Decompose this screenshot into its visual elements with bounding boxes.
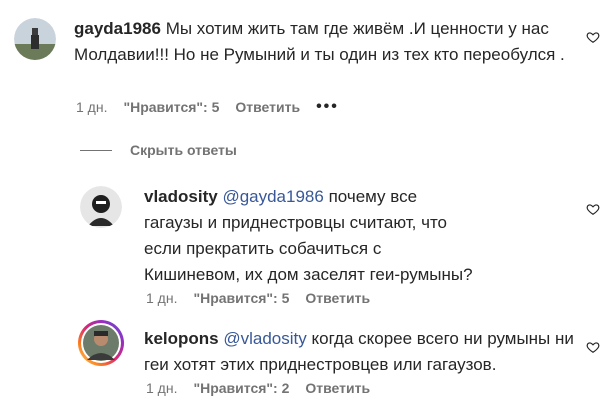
comment-text: gayda1986 Мы хотим жить там где живём .И… xyxy=(74,16,584,68)
more-dots-icon[interactable]: ••• xyxy=(316,98,339,116)
username[interactable]: vladosity xyxy=(144,187,218,206)
avatar[interactable] xyxy=(80,186,122,228)
hide-replies-button[interactable]: Скрыть ответы xyxy=(130,142,237,158)
reply-button[interactable]: Ответить xyxy=(305,290,370,306)
like-count[interactable]: "Нравится": 5 xyxy=(193,290,289,306)
comment-text: vladosity @gayda1986 почему все гагаузы … xyxy=(144,184,474,288)
avatar[interactable] xyxy=(14,18,56,60)
reply-button[interactable]: Ответить xyxy=(305,380,370,396)
heart-outline-icon[interactable] xyxy=(586,340,600,354)
timestamp: 1 дн. xyxy=(76,99,108,115)
comment-meta: 1 дн. "Нравится": 5 Ответить xyxy=(146,290,370,306)
timestamp: 1 дн. xyxy=(146,290,178,306)
avatar[interactable] xyxy=(78,320,124,366)
mention-link[interactable]: @gayda1986 xyxy=(222,187,323,206)
mention-link[interactable]: @vladosity xyxy=(223,329,306,348)
username[interactable]: kelopons xyxy=(144,329,219,348)
heart-outline-icon[interactable] xyxy=(586,30,600,44)
like-count[interactable]: "Нравится": 5 xyxy=(123,99,219,115)
heart-outline-icon[interactable] xyxy=(586,202,600,216)
comment-meta: 1 дн. "Нравится": 2 Ответить xyxy=(146,380,370,396)
comment-text: kelopons @vladosity когда скорее всего н… xyxy=(144,326,574,378)
username[interactable]: gayda1986 xyxy=(74,19,161,38)
like-count[interactable]: "Нравится": 2 xyxy=(193,380,289,396)
reply-button[interactable]: Ответить xyxy=(235,99,300,115)
replies-divider xyxy=(80,150,112,151)
timestamp: 1 дн. xyxy=(146,380,178,396)
comment-meta: 1 дн. "Нравится": 5 Ответить ••• xyxy=(76,98,339,116)
